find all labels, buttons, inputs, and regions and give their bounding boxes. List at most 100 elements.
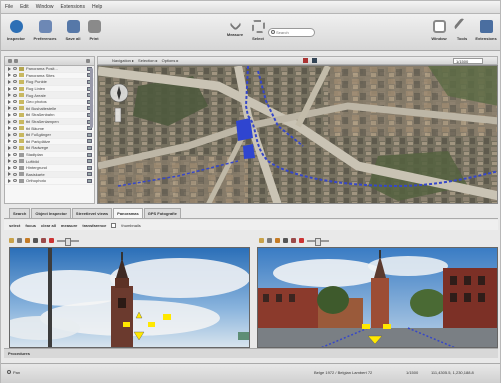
- layer-row[interactable]: tbl Straßenbahn: [5, 112, 94, 119]
- clear-all-option[interactable]: clear all: [41, 223, 56, 228]
- menu-window[interactable]: Window: [36, 4, 54, 10]
- procedures-bar[interactable]: Procedures: [4, 348, 498, 358]
- visibility-icon[interactable]: [13, 139, 17, 143]
- tab-gps-fotografie[interactable]: GPS Fotografie: [143, 208, 181, 218]
- aerial-map-view[interactable]: [97, 65, 498, 204]
- left-grab-icon[interactable]: [9, 238, 14, 243]
- left-rotate-icon[interactable]: [17, 238, 22, 243]
- expand-icon[interactable]: [8, 126, 11, 131]
- select-option[interactable]: select: [9, 223, 20, 228]
- layer-row[interactable]: Panorama Posit...: [5, 66, 94, 73]
- visibility-icon[interactable]: [13, 87, 17, 91]
- expand-icon[interactable]: [8, 119, 11, 124]
- menu-edit[interactable]: Edit: [20, 4, 29, 10]
- layer-row[interactable]: tbl Bushaltestelle: [5, 105, 94, 113]
- transfarence-option[interactable]: transfarence: [82, 223, 106, 228]
- layer-row[interactable]: Rug Areale: [5, 92, 94, 99]
- scale-field[interactable]: 1/1500: [453, 58, 483, 64]
- tab-object-inspector[interactable]: Object Inspector: [31, 208, 71, 218]
- left-camera-icon[interactable]: [41, 238, 46, 243]
- thumbnails-checkbox[interactable]: [111, 222, 117, 228]
- layer-style-icon[interactable]: [87, 132, 92, 137]
- right-zoom-slider[interactable]: [307, 237, 329, 246]
- layer-style-icon[interactable]: [87, 145, 92, 150]
- tab-search[interactable]: Search: [9, 208, 31, 218]
- visibility-icon[interactable]: [13, 120, 17, 124]
- right-pointer-icon[interactable]: [283, 238, 288, 243]
- layer-row[interactable]: Luftbild: [5, 158, 94, 165]
- navigation-menu[interactable]: Navigation ▸: [112, 58, 134, 63]
- expand-icon[interactable]: [8, 159, 11, 164]
- visibility-icon[interactable]: [13, 126, 17, 130]
- search-input[interactable]: Search: [268, 28, 315, 37]
- layer-row[interactable]: Geo photos: [5, 99, 94, 106]
- visibility-icon[interactable]: [13, 159, 17, 163]
- visibility-icon[interactable]: [13, 133, 17, 137]
- layer-row[interactable]: tbl Straßenlampen: [5, 118, 94, 126]
- layer-style-icon[interactable]: [87, 152, 92, 157]
- expand-icon[interactable]: [8, 79, 11, 84]
- layer-style-icon[interactable]: [87, 172, 92, 177]
- visibility-icon[interactable]: [13, 153, 17, 157]
- expand-icon[interactable]: [8, 145, 11, 150]
- visibility-icon[interactable]: [13, 93, 17, 97]
- layer-style-icon[interactable]: [87, 165, 92, 170]
- layer-row[interactable]: tbl Radwege: [5, 145, 94, 152]
- options-menu[interactable]: Options ▸: [162, 58, 179, 63]
- tab-panoramas[interactable]: Panoramas: [113, 208, 143, 218]
- tools-button[interactable]: Tools: [449, 17, 475, 47]
- right-rotate-icon[interactable]: [267, 238, 272, 243]
- expand-icon[interactable]: [8, 106, 11, 111]
- layer-row[interactable]: Hintergrund: [5, 165, 94, 172]
- tab-streetlevel-views[interactable]: Streetlevel views: [71, 208, 113, 218]
- expand-icon[interactable]: [8, 66, 11, 71]
- preferences-button[interactable]: Preferences: [32, 17, 58, 47]
- visibility-icon[interactable]: [13, 179, 17, 183]
- visibility-icon[interactable]: [13, 146, 17, 150]
- inspector-button[interactable]: Inspector: [3, 17, 29, 47]
- extensions-button[interactable]: Extensions: [473, 17, 499, 47]
- map-home-icon[interactable]: [302, 58, 308, 63]
- menu-extensions[interactable]: Extensions: [60, 4, 84, 10]
- visibility-icon[interactable]: [13, 73, 17, 77]
- visibility-icon[interactable]: [13, 80, 17, 84]
- left-pointer-icon[interactable]: [33, 238, 38, 243]
- visibility-icon[interactable]: [13, 172, 17, 176]
- left-close-icon[interactable]: [49, 238, 54, 243]
- measure-option[interactable]: measure: [61, 223, 77, 228]
- layer-row[interactable]: Rug Punkte: [5, 79, 94, 86]
- visibility-icon[interactable]: [13, 113, 17, 117]
- visibility-icon[interactable]: [13, 100, 17, 104]
- expand-icon[interactable]: [8, 112, 11, 117]
- expand-icon[interactable]: [8, 93, 11, 98]
- layer-style-icon[interactable]: [87, 139, 92, 144]
- right-grab-icon[interactable]: [259, 238, 264, 243]
- right-arrow-icon[interactable]: [275, 238, 280, 243]
- menu-help[interactable]: Help: [92, 4, 102, 10]
- expand-icon[interactable]: [8, 172, 11, 177]
- expand-icon[interactable]: [8, 86, 11, 91]
- expand-icon[interactable]: [8, 152, 11, 157]
- focus-option[interactable]: focus: [25, 223, 36, 228]
- layer-row[interactable]: Stadtplan: [5, 152, 94, 159]
- layers-scrollbar[interactable]: [90, 68, 93, 128]
- add-layer-icon[interactable]: [8, 59, 12, 63]
- layer-row[interactable]: tbl Parkplätze: [5, 139, 94, 146]
- remove-layer-icon[interactable]: [14, 59, 18, 63]
- right-panorama-view[interactable]: [257, 247, 498, 348]
- layer-row[interactable]: Rug Linien: [5, 86, 94, 93]
- print-button[interactable]: Print: [81, 17, 107, 47]
- selection-menu[interactable]: Selection ▸: [138, 58, 158, 63]
- layer-options-icon[interactable]: [86, 59, 90, 63]
- right-camera-icon[interactable]: [291, 238, 296, 243]
- left-zoom-slider[interactable]: [57, 237, 79, 246]
- layer-row[interactable]: tbl Bäume: [5, 125, 94, 132]
- layer-row[interactable]: Orthophoto: [5, 178, 94, 185]
- map-layers-icon[interactable]: [311, 58, 317, 63]
- visibility-icon[interactable]: [13, 67, 17, 71]
- expand-icon[interactable]: [8, 165, 11, 170]
- left-arrow-icon[interactable]: [25, 238, 30, 243]
- expand-icon[interactable]: [8, 139, 11, 144]
- menu-file[interactable]: File: [5, 4, 13, 10]
- layer-row[interactable]: Basiskarte: [5, 171, 94, 179]
